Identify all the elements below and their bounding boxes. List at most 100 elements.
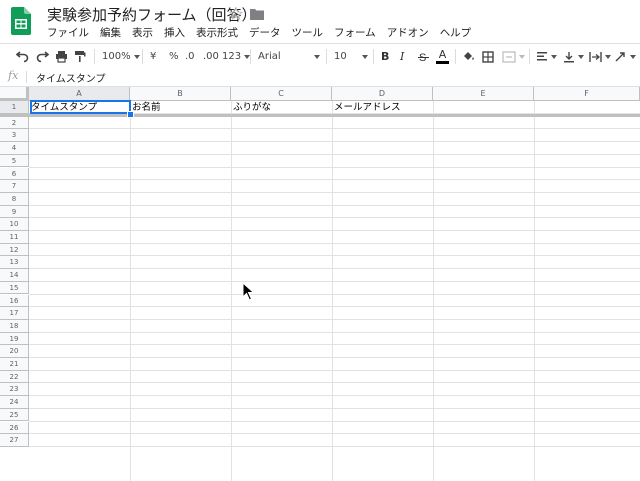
row-header-18[interactable]: 18: [0, 319, 29, 333]
row-header-16[interactable]: 16: [0, 294, 29, 308]
currency-label: ¥: [150, 51, 157, 62]
row-header-4[interactable]: 4: [0, 142, 29, 155]
cell-b1[interactable]: お名前: [130, 101, 231, 114]
row-header-15[interactable]: 15: [0, 281, 29, 295]
fx-icon: fx: [8, 69, 19, 82]
row-header-3[interactable]: 3: [0, 129, 29, 143]
row-header-19[interactable]: 19: [0, 332, 29, 346]
column-header-a[interactable]: A: [29, 87, 130, 101]
spreadsheet-grid[interactable]: A B C D E F 1 2 3 4 5 6 7 8 9 10 11 12 13 14 15 16 17 18 19 20 21 2…: [0, 87, 640, 481]
row-header-10[interactable]: 10: [0, 218, 29, 231]
horizontal-align-icon[interactable]: [536, 44, 557, 69]
row-gridline: [29, 141, 640, 143]
document-title[interactable]: 実験参加予約フォーム（回答）: [47, 6, 257, 24]
column-header-b[interactable]: B: [130, 87, 231, 101]
borders-icon[interactable]: [482, 44, 494, 69]
chevron-down-icon: [630, 54, 636, 59]
percent-button[interactable]: %: [169, 44, 179, 69]
menu-edit[interactable]: 編集: [100, 26, 121, 40]
row-gridline: [29, 369, 640, 371]
row-header-6[interactable]: 6: [0, 167, 29, 181]
strikethrough-icon[interactable]: S: [418, 44, 429, 69]
merge-cells-icon[interactable]: [502, 44, 525, 69]
row-header-14[interactable]: 14: [0, 269, 29, 282]
cell-c1[interactable]: ふりがな: [231, 101, 332, 114]
menu-tools[interactable]: ツール: [292, 26, 324, 40]
redo-icon[interactable]: [36, 44, 49, 69]
column-header-c[interactable]: C: [231, 87, 332, 101]
chevron-down-icon: [578, 54, 584, 59]
menu-view[interactable]: 表示: [132, 26, 153, 40]
row-header-25[interactable]: 25: [0, 408, 29, 422]
row-header-13[interactable]: 13: [0, 256, 29, 270]
formula-input[interactable]: タイムスタンプ: [36, 70, 106, 85]
select-all-corner[interactable]: [0, 87, 29, 101]
frozen-row-divider[interactable]: [0, 114, 640, 117]
undo-icon[interactable]: [16, 44, 29, 69]
chevron-down-icon: [551, 54, 557, 59]
column-header-e[interactable]: E: [433, 87, 534, 101]
column-header-f[interactable]: F: [534, 87, 640, 101]
row-gridline: [29, 153, 640, 155]
row-header-8[interactable]: 8: [0, 192, 29, 206]
row-header-12[interactable]: 12: [0, 243, 29, 257]
menu-help[interactable]: ヘルプ: [440, 26, 472, 40]
currency-button[interactable]: ¥: [150, 44, 156, 69]
app-header: 実験参加予約フォーム（回答） ファイル 編集 表示 挿入 表示形式 データ ツー…: [0, 0, 640, 42]
more-formats-label: 123: [222, 51, 242, 62]
chevron-down-icon: [519, 54, 525, 59]
row-gridline: [29, 166, 640, 168]
menu-format[interactable]: 表示形式: [196, 26, 238, 40]
fill-color-icon[interactable]: [462, 44, 476, 69]
row-header-27[interactable]: 27: [0, 434, 29, 447]
cell-d1[interactable]: メールアドレス: [332, 101, 433, 114]
row-header-21[interactable]: 21: [0, 358, 29, 371]
row-header-24[interactable]: 24: [0, 396, 29, 409]
text-color-button[interactable]: A: [436, 44, 449, 69]
toolbar: 100% ¥ % .0 .00 123 Arial 10 B I S A: [0, 43, 640, 70]
print-icon[interactable]: [55, 44, 68, 69]
row-header-26[interactable]: 26: [0, 421, 29, 435]
italic-button[interactable]: I: [400, 44, 404, 69]
row-gridline: [29, 407, 640, 409]
menu-file[interactable]: ファイル: [47, 26, 89, 40]
menu-insert[interactable]: 挿入: [164, 26, 185, 40]
row-header-9[interactable]: 9: [0, 205, 29, 219]
fill-handle[interactable]: [127, 111, 134, 118]
row-gridline: [29, 217, 640, 219]
column-header-d[interactable]: D: [332, 87, 433, 101]
row-header-5[interactable]: 5: [0, 154, 29, 168]
text-color-label: A: [438, 48, 447, 61]
row-header-23[interactable]: 23: [0, 383, 29, 397]
row-header-20[interactable]: 20: [0, 345, 29, 358]
paint-format-icon[interactable]: [74, 44, 86, 69]
increase-decimal-button[interactable]: .00: [203, 44, 219, 69]
row-header-2[interactable]: 2: [0, 116, 29, 130]
text-color-swatch: [436, 61, 449, 64]
font-select[interactable]: Arial: [258, 44, 320, 69]
row-header-1[interactable]: 1: [0, 101, 29, 114]
folder-icon[interactable]: [250, 8, 264, 20]
zoom-select[interactable]: 100%: [102, 44, 140, 69]
more-formats-button[interactable]: 123: [222, 44, 251, 69]
text-rotation-icon[interactable]: [614, 44, 636, 69]
menu-form[interactable]: フォーム: [334, 26, 376, 40]
font-size-select[interactable]: 10: [334, 44, 368, 69]
star-icon[interactable]: [229, 7, 243, 21]
row-gridline: [29, 280, 640, 282]
row-header-17[interactable]: 17: [0, 307, 29, 320]
decrease-decimal-button[interactable]: .0: [185, 44, 195, 69]
menu-addons[interactable]: アドオン: [387, 26, 429, 40]
menu-data[interactable]: データ: [249, 26, 281, 40]
column-gridline: [332, 101, 333, 481]
row-header-7[interactable]: 7: [0, 180, 29, 193]
sheets-logo-icon[interactable]: [11, 7, 31, 35]
row-header-22[interactable]: 22: [0, 370, 29, 384]
row-header-11[interactable]: 11: [0, 231, 29, 244]
text-wrap-icon[interactable]: [589, 44, 611, 69]
row-gridline: [29, 395, 640, 397]
row-gridline: [29, 128, 640, 130]
chevron-down-icon: [362, 54, 368, 59]
vertical-align-icon[interactable]: [563, 44, 584, 69]
bold-button[interactable]: B: [381, 44, 389, 69]
